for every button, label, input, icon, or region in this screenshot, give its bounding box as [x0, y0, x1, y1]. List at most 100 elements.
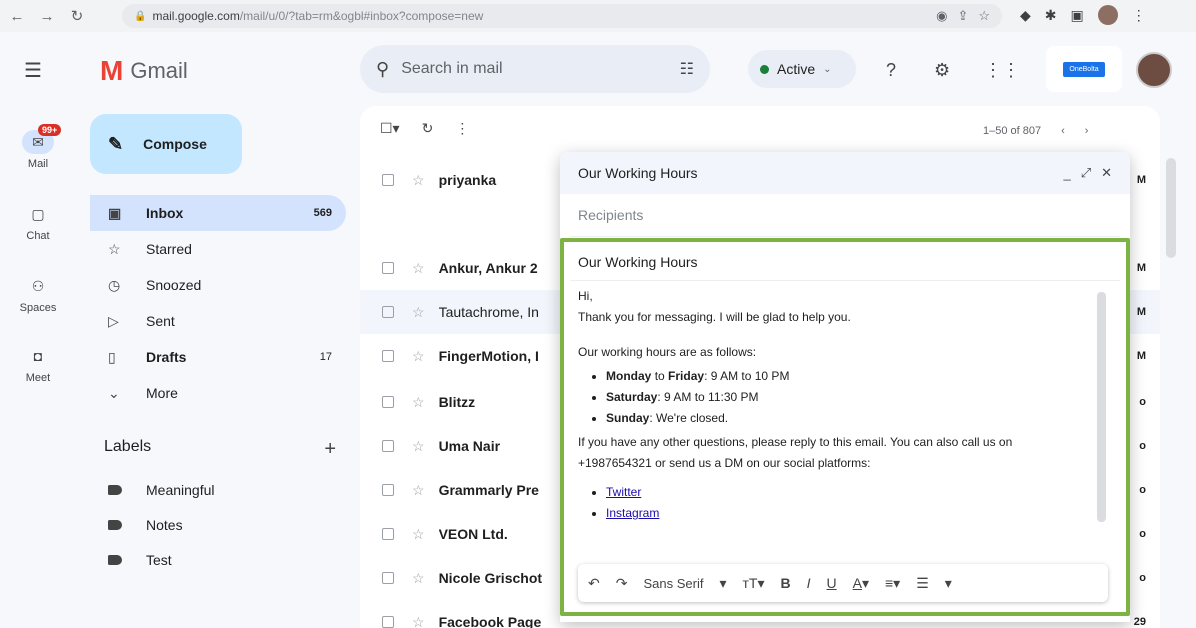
italic-icon[interactable]: I	[807, 575, 811, 591]
row-checkbox[interactable]	[382, 616, 394, 628]
share-icon[interactable]: ⇪	[957, 8, 968, 24]
nav-more[interactable]: ⌄ More	[90, 375, 346, 411]
expand-icon[interactable]: ⤢	[1081, 165, 1091, 181]
reload-icon[interactable]: ↻	[64, 3, 90, 29]
star-icon[interactable]: ☆	[412, 482, 425, 499]
nav-snoozed[interactable]: ◷ Snoozed	[90, 267, 346, 303]
list-icon[interactable]: ☰	[916, 575, 929, 592]
align-icon[interactable]: ≡▾	[885, 575, 900, 592]
label-item[interactable]: Notes	[108, 517, 308, 533]
star-icon[interactable]: ☆	[412, 614, 425, 628]
link-item: Twitter	[606, 482, 1088, 503]
mail-sender: Ankur, Ankur 2	[438, 260, 538, 276]
instagram-link[interactable]: Instagram	[606, 506, 659, 520]
underline-icon[interactable]: U	[827, 575, 837, 591]
more-options-icon[interactable]: ⋮	[455, 120, 469, 137]
text-color-icon[interactable]: A▾	[853, 575, 869, 592]
row-checkbox[interactable]	[382, 528, 394, 540]
workspace-brand[interactable]: OneBolta	[1046, 46, 1122, 92]
search-input[interactable]: Search in mail	[401, 60, 679, 78]
nav-starred[interactable]: ☆ Starred	[90, 231, 346, 267]
extension-icon[interactable]: ◆	[1020, 7, 1031, 24]
rail-mail[interactable]: ✉ 99+ Mail	[0, 124, 76, 170]
minimize-icon[interactable]: _	[1063, 166, 1070, 181]
formatting-toolbar: ↶ ↷ Sans Serif ▾ тT▾ B I U A▾ ≡▾ ☰ ▾	[578, 564, 1108, 602]
row-checkbox[interactable]	[382, 440, 394, 452]
mail-list-scrollbar[interactable]	[1166, 158, 1176, 258]
body-line: If you have any other questions, please …	[578, 435, 1013, 470]
labels-header: Labels +	[104, 438, 336, 461]
search-icon[interactable]: ⚲	[376, 59, 389, 80]
more-formatting-icon[interactable]: ▾	[945, 575, 952, 592]
body-line: Thank you for messaging. I will be glad …	[578, 310, 851, 324]
twitter-link[interactable]: Twitter	[606, 485, 641, 499]
status-dropdown[interactable]: Active ⌄	[748, 50, 856, 88]
rail-label: Mail	[27, 158, 49, 170]
browser-menu-icon[interactable]: ⋮	[1132, 7, 1146, 24]
body-line: Our working hours are as follows:	[578, 345, 757, 359]
star-icon[interactable]: ☆	[412, 260, 425, 277]
forward-icon[interactable]: →	[34, 3, 60, 29]
subject-field[interactable]: Our Working Hours	[578, 254, 698, 270]
row-checkbox[interactable]	[382, 350, 394, 362]
label-item[interactable]: Meaningful	[108, 482, 308, 498]
next-page-icon[interactable]: ›	[1085, 125, 1089, 137]
row-checkbox[interactable]	[382, 572, 394, 584]
refresh-icon[interactable]: ↻	[422, 120, 434, 137]
star-icon[interactable]: ☆	[412, 394, 425, 411]
nav-drafts[interactable]: ▯ Drafts 17	[90, 339, 346, 375]
bold-icon[interactable]: B	[780, 575, 790, 591]
search-bar[interactable]: ⚲ Search in mail ☷	[360, 45, 710, 93]
apps-grid-icon[interactable]: ⋮⋮	[984, 60, 1020, 81]
puzzle-icon[interactable]: ✱	[1045, 7, 1057, 24]
row-checkbox[interactable]	[382, 396, 394, 408]
recipients-field[interactable]: Recipients	[578, 207, 643, 223]
star-icon[interactable]: ☆	[412, 172, 425, 189]
compose-header[interactable]: Our Working Hours _ ⤢ ✕	[560, 152, 1130, 194]
chevron-down-icon[interactable]: ▾	[719, 575, 726, 592]
compose-button[interactable]: ✎ Compose	[90, 114, 242, 174]
profile-avatar-small[interactable]	[1097, 5, 1118, 25]
sidepanel-icon[interactable]: ▣	[1071, 7, 1084, 24]
nav-sent[interactable]: ▷ Sent	[90, 303, 346, 339]
close-icon[interactable]: ✕	[1101, 165, 1112, 181]
star-icon[interactable]: ☆	[412, 438, 425, 455]
back-icon[interactable]: ←	[4, 3, 30, 29]
undo-icon[interactable]: ↶	[588, 575, 600, 592]
nav-inbox[interactable]: ▣ Inbox 569	[90, 195, 346, 231]
redo-icon[interactable]: ↷	[616, 575, 628, 592]
compose-title: Our Working Hours	[578, 165, 698, 181]
row-checkbox[interactable]	[382, 262, 394, 274]
rail-meet[interactable]: ◘ Meet	[0, 344, 76, 384]
bookmark-star-icon[interactable]: ☆	[978, 8, 990, 24]
main-menu-icon[interactable]: ☰	[24, 58, 42, 83]
help-icon[interactable]: ?	[886, 60, 896, 81]
spaces-icon: ⚇	[31, 278, 45, 294]
star-icon[interactable]: ☆	[412, 570, 425, 587]
address-bar[interactable]: 🔒 mail.google.com /mail/u/0/?tab=rm&ogbl…	[122, 4, 1002, 28]
star-icon[interactable]: ☆	[412, 526, 425, 543]
location-icon[interactable]: ◉	[936, 8, 947, 24]
gmail-logo[interactable]: M Gmail	[100, 55, 188, 87]
font-select[interactable]: Sans Serif	[643, 576, 703, 591]
star-icon[interactable]: ☆	[412, 304, 425, 321]
mail-time: M	[1136, 262, 1146, 274]
search-options-icon[interactable]: ☷	[680, 59, 694, 79]
prev-page-icon[interactable]: ‹	[1061, 125, 1065, 137]
row-checkbox[interactable]	[382, 484, 394, 496]
rail-spaces[interactable]: ⚇ Spaces	[0, 274, 76, 314]
label-item[interactable]: Test	[108, 552, 308, 568]
body-scrollbar[interactable]	[1097, 292, 1106, 522]
select-all-checkbox[interactable]: ☐▾	[380, 120, 400, 137]
chevron-down-icon: ⌄	[823, 63, 832, 75]
rail-chat[interactable]: ▢ Chat	[0, 202, 76, 242]
text-size-icon[interactable]: тT▾	[742, 575, 764, 592]
account-avatar[interactable]	[1136, 52, 1172, 88]
row-checkbox[interactable]	[382, 306, 394, 318]
settings-gear-icon[interactable]: ⚙	[934, 60, 950, 81]
row-checkbox[interactable]	[382, 174, 394, 186]
mail-sender: Uma Nair	[438, 438, 501, 454]
add-label-icon[interactable]: +	[324, 438, 336, 461]
star-icon[interactable]: ☆	[412, 348, 425, 365]
message-body[interactable]: Hi, Thank you for messaging. I will be g…	[578, 286, 1088, 527]
